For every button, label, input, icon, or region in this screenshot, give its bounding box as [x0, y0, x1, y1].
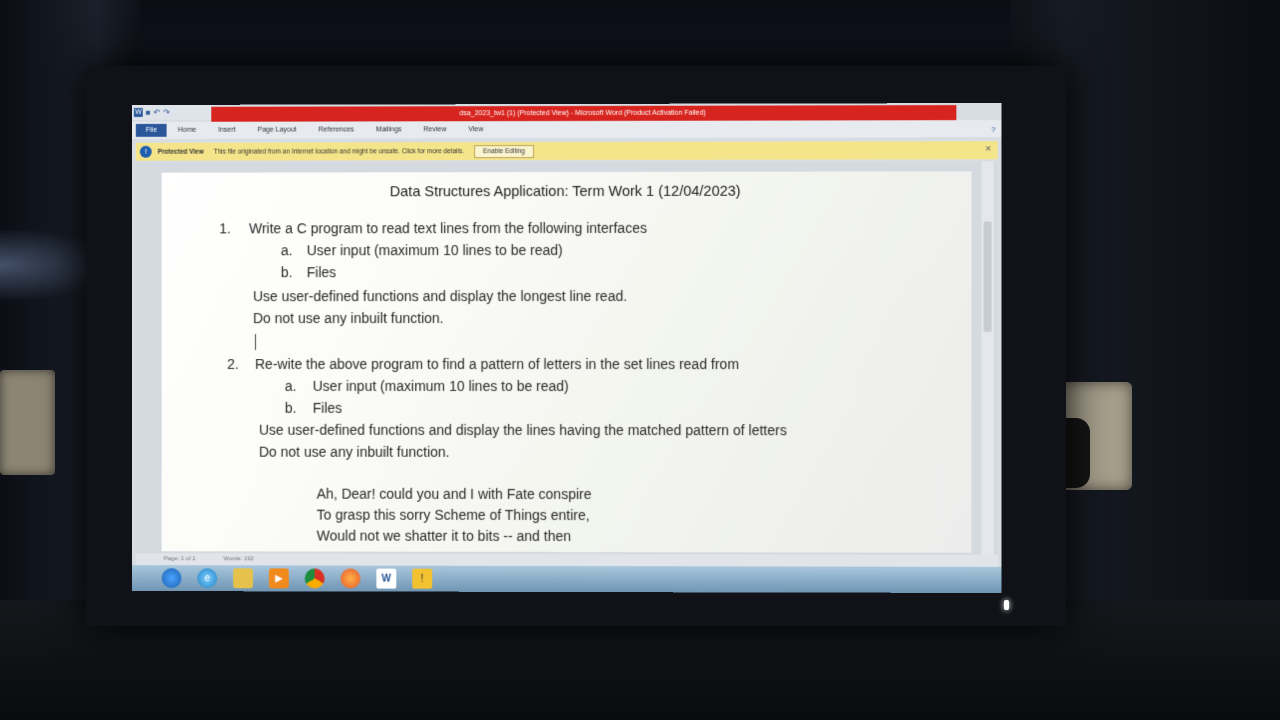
warning-app-icon[interactable]: !: [412, 568, 433, 589]
poem-line-2: To grasp this sorry Scheme of Things ent…: [316, 506, 590, 524]
protected-view-title: Protected View: [157, 148, 204, 156]
q2-note-1: Use user-defined functions and display t…: [258, 421, 787, 439]
tab-page-layout[interactable]: Page Layout: [247, 127, 308, 134]
protected-view-bar: ! Protected View This file originated fr…: [135, 141, 998, 161]
redo-icon[interactable]: ↷: [163, 108, 170, 117]
q2-a-text: User input (maximum 10 lines to be read): [312, 377, 569, 395]
document-area: Data Structures Application: Term Work 1…: [135, 161, 998, 555]
document-title: Data Structures Application: Term Work 1…: [389, 183, 741, 201]
tab-mailings[interactable]: Mailings: [365, 126, 413, 133]
q2-note-2: Do not use any inbuilt function.: [258, 443, 450, 460]
window-title: dsa_2023_tw1 (1) (Protected View) - Micr…: [211, 105, 957, 122]
word-count[interactable]: Words: 192: [224, 556, 254, 562]
file-explorer-icon[interactable]: [233, 568, 253, 589]
word-taskbar-icon[interactable]: W: [376, 568, 397, 589]
scrollbar-thumb[interactable]: [983, 221, 992, 332]
shield-icon: !: [139, 145, 152, 158]
firefox-icon[interactable]: [340, 568, 361, 589]
tab-review[interactable]: Review: [413, 126, 458, 133]
q2-b-text: Files: [312, 399, 343, 416]
q2-text: Re-wite the above program to find a patt…: [254, 355, 740, 373]
vertical-scrollbar[interactable]: [981, 161, 994, 555]
media-player-icon[interactable]: ▶: [268, 568, 289, 589]
q2-a-label: a.: [284, 377, 297, 394]
save-icon[interactable]: ■: [146, 108, 151, 117]
quick-access-toolbar: W ■ ↶ ↷: [131, 104, 214, 120]
tab-home[interactable]: Home: [167, 127, 207, 134]
ribbon-tabs: File Home Insert Page Layout References …: [131, 120, 1002, 139]
q2-number: 2.: [227, 355, 239, 372]
undo-icon[interactable]: ↶: [154, 108, 161, 117]
tab-references[interactable]: References: [307, 126, 365, 133]
q1-b-text: Files: [306, 264, 337, 281]
tab-view[interactable]: View: [457, 126, 494, 133]
chrome-icon[interactable]: [304, 568, 325, 589]
q1-note-1: Use user-defined functions and display t…: [252, 287, 628, 305]
document-page[interactable]: Data Structures Application: Term Work 1…: [161, 171, 972, 553]
poem-line-1: Ah, Dear! could you and I with Fate cons…: [316, 485, 592, 503]
power-led: [1004, 600, 1009, 610]
help-icon[interactable]: ?: [991, 125, 995, 134]
q1-a-text: User input (maximum 10 lines to be read): [306, 242, 563, 259]
text-cursor: [254, 334, 256, 350]
word-logo-icon[interactable]: W: [133, 107, 143, 117]
start-button-icon[interactable]: [161, 568, 182, 589]
taskbar: e ▶ W !: [131, 565, 1002, 594]
protected-view-message[interactable]: This file originated from an Internet lo…: [214, 148, 464, 155]
monitor-screen: W ■ ↶ ↷ dsa_2023_tw1 (1) (Protected View…: [131, 102, 1002, 594]
tab-file[interactable]: File: [135, 123, 167, 137]
close-bar-icon[interactable]: ✕: [985, 144, 992, 153]
wall-socket-left: [0, 370, 55, 475]
internet-explorer-icon[interactable]: e: [197, 568, 218, 589]
enable-editing-button[interactable]: Enable Editing: [474, 144, 534, 158]
poem-line-3: Would not we shatter it to bits -- and t…: [316, 527, 571, 545]
q1-text: Write a C program to read text lines fro…: [249, 219, 647, 237]
q1-note-2: Do not use any inbuilt function.: [252, 310, 444, 327]
q2-b-label: b.: [284, 399, 297, 416]
tab-insert[interactable]: Insert: [207, 127, 246, 134]
q1-number: 1.: [219, 220, 231, 237]
page-count[interactable]: Page: 1 of 1: [164, 556, 196, 562]
q1-b-label: b.: [280, 264, 293, 281]
q1-a-label: a.: [280, 242, 293, 259]
